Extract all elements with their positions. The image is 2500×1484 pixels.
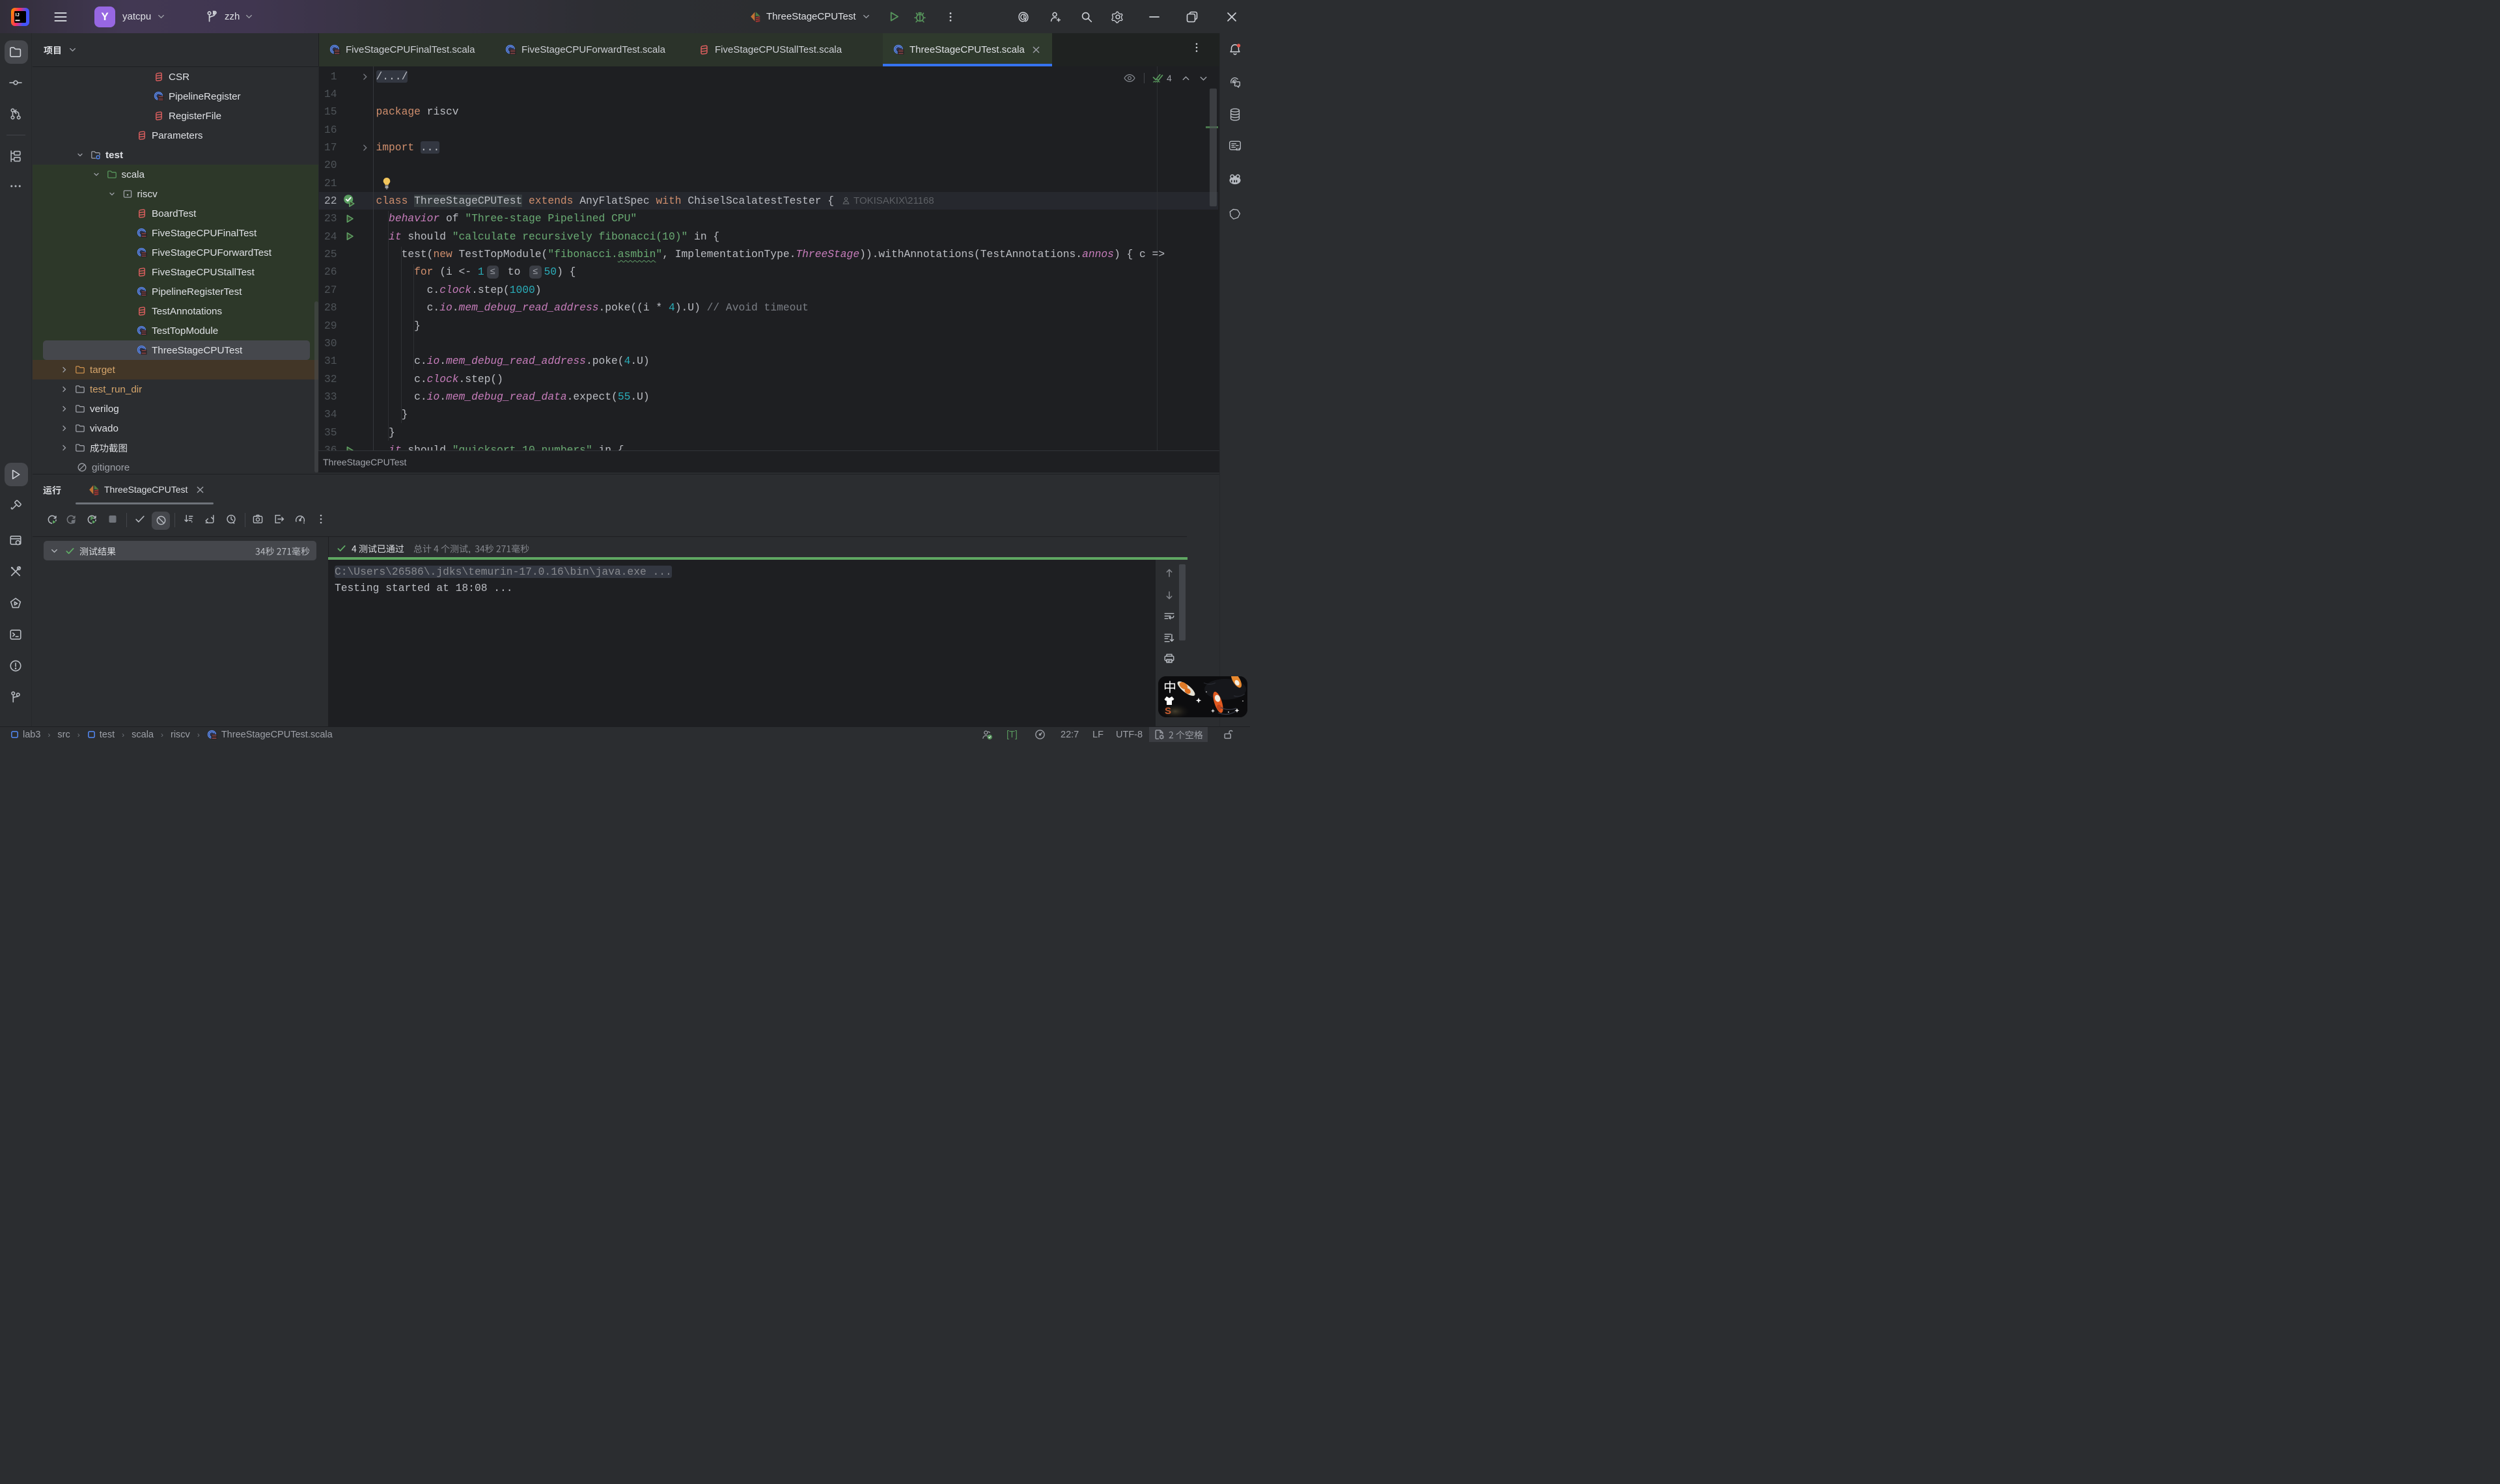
svg-text:IJ: IJ xyxy=(16,12,20,18)
svg-text:S: S xyxy=(1165,706,1171,717)
